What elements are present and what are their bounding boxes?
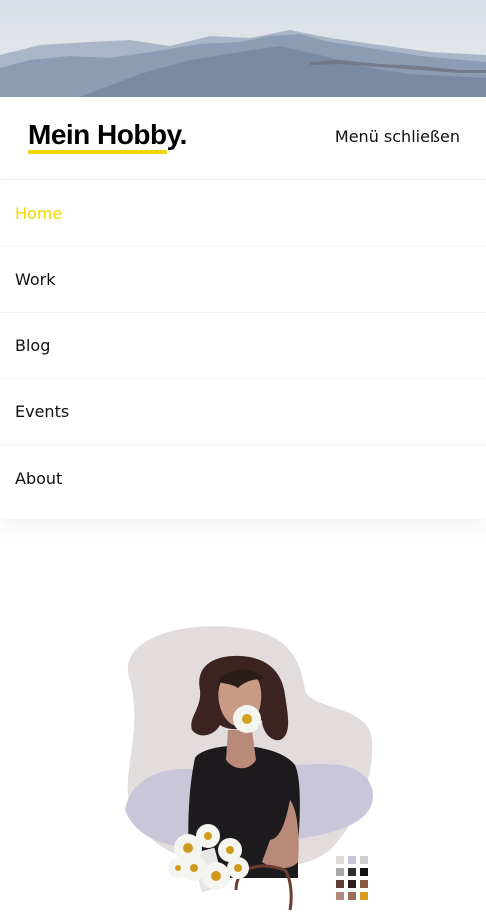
site-logo[interactable]: Mein Hobby. xyxy=(28,117,187,153)
logo-underline xyxy=(28,150,167,154)
close-menu-button[interactable]: Menü schließen xyxy=(335,127,460,146)
color-palette xyxy=(336,856,368,900)
nav-item-work[interactable]: Work xyxy=(0,247,486,313)
nav-item-events[interactable]: Events xyxy=(0,379,486,445)
nav-item-home[interactable]: Home xyxy=(0,181,486,247)
site-header: Mein Hobby. Menü schließen xyxy=(0,97,486,180)
nav-item-blog[interactable]: Blog xyxy=(0,313,486,379)
nav-item-about[interactable]: About xyxy=(0,445,486,519)
hero-banner-image xyxy=(0,0,486,97)
nav-menu: Home Work Blog Events About xyxy=(0,181,486,519)
daisy-in-mouth xyxy=(233,705,261,733)
hero-illustration xyxy=(0,600,486,914)
woman-neck xyxy=(226,730,256,769)
